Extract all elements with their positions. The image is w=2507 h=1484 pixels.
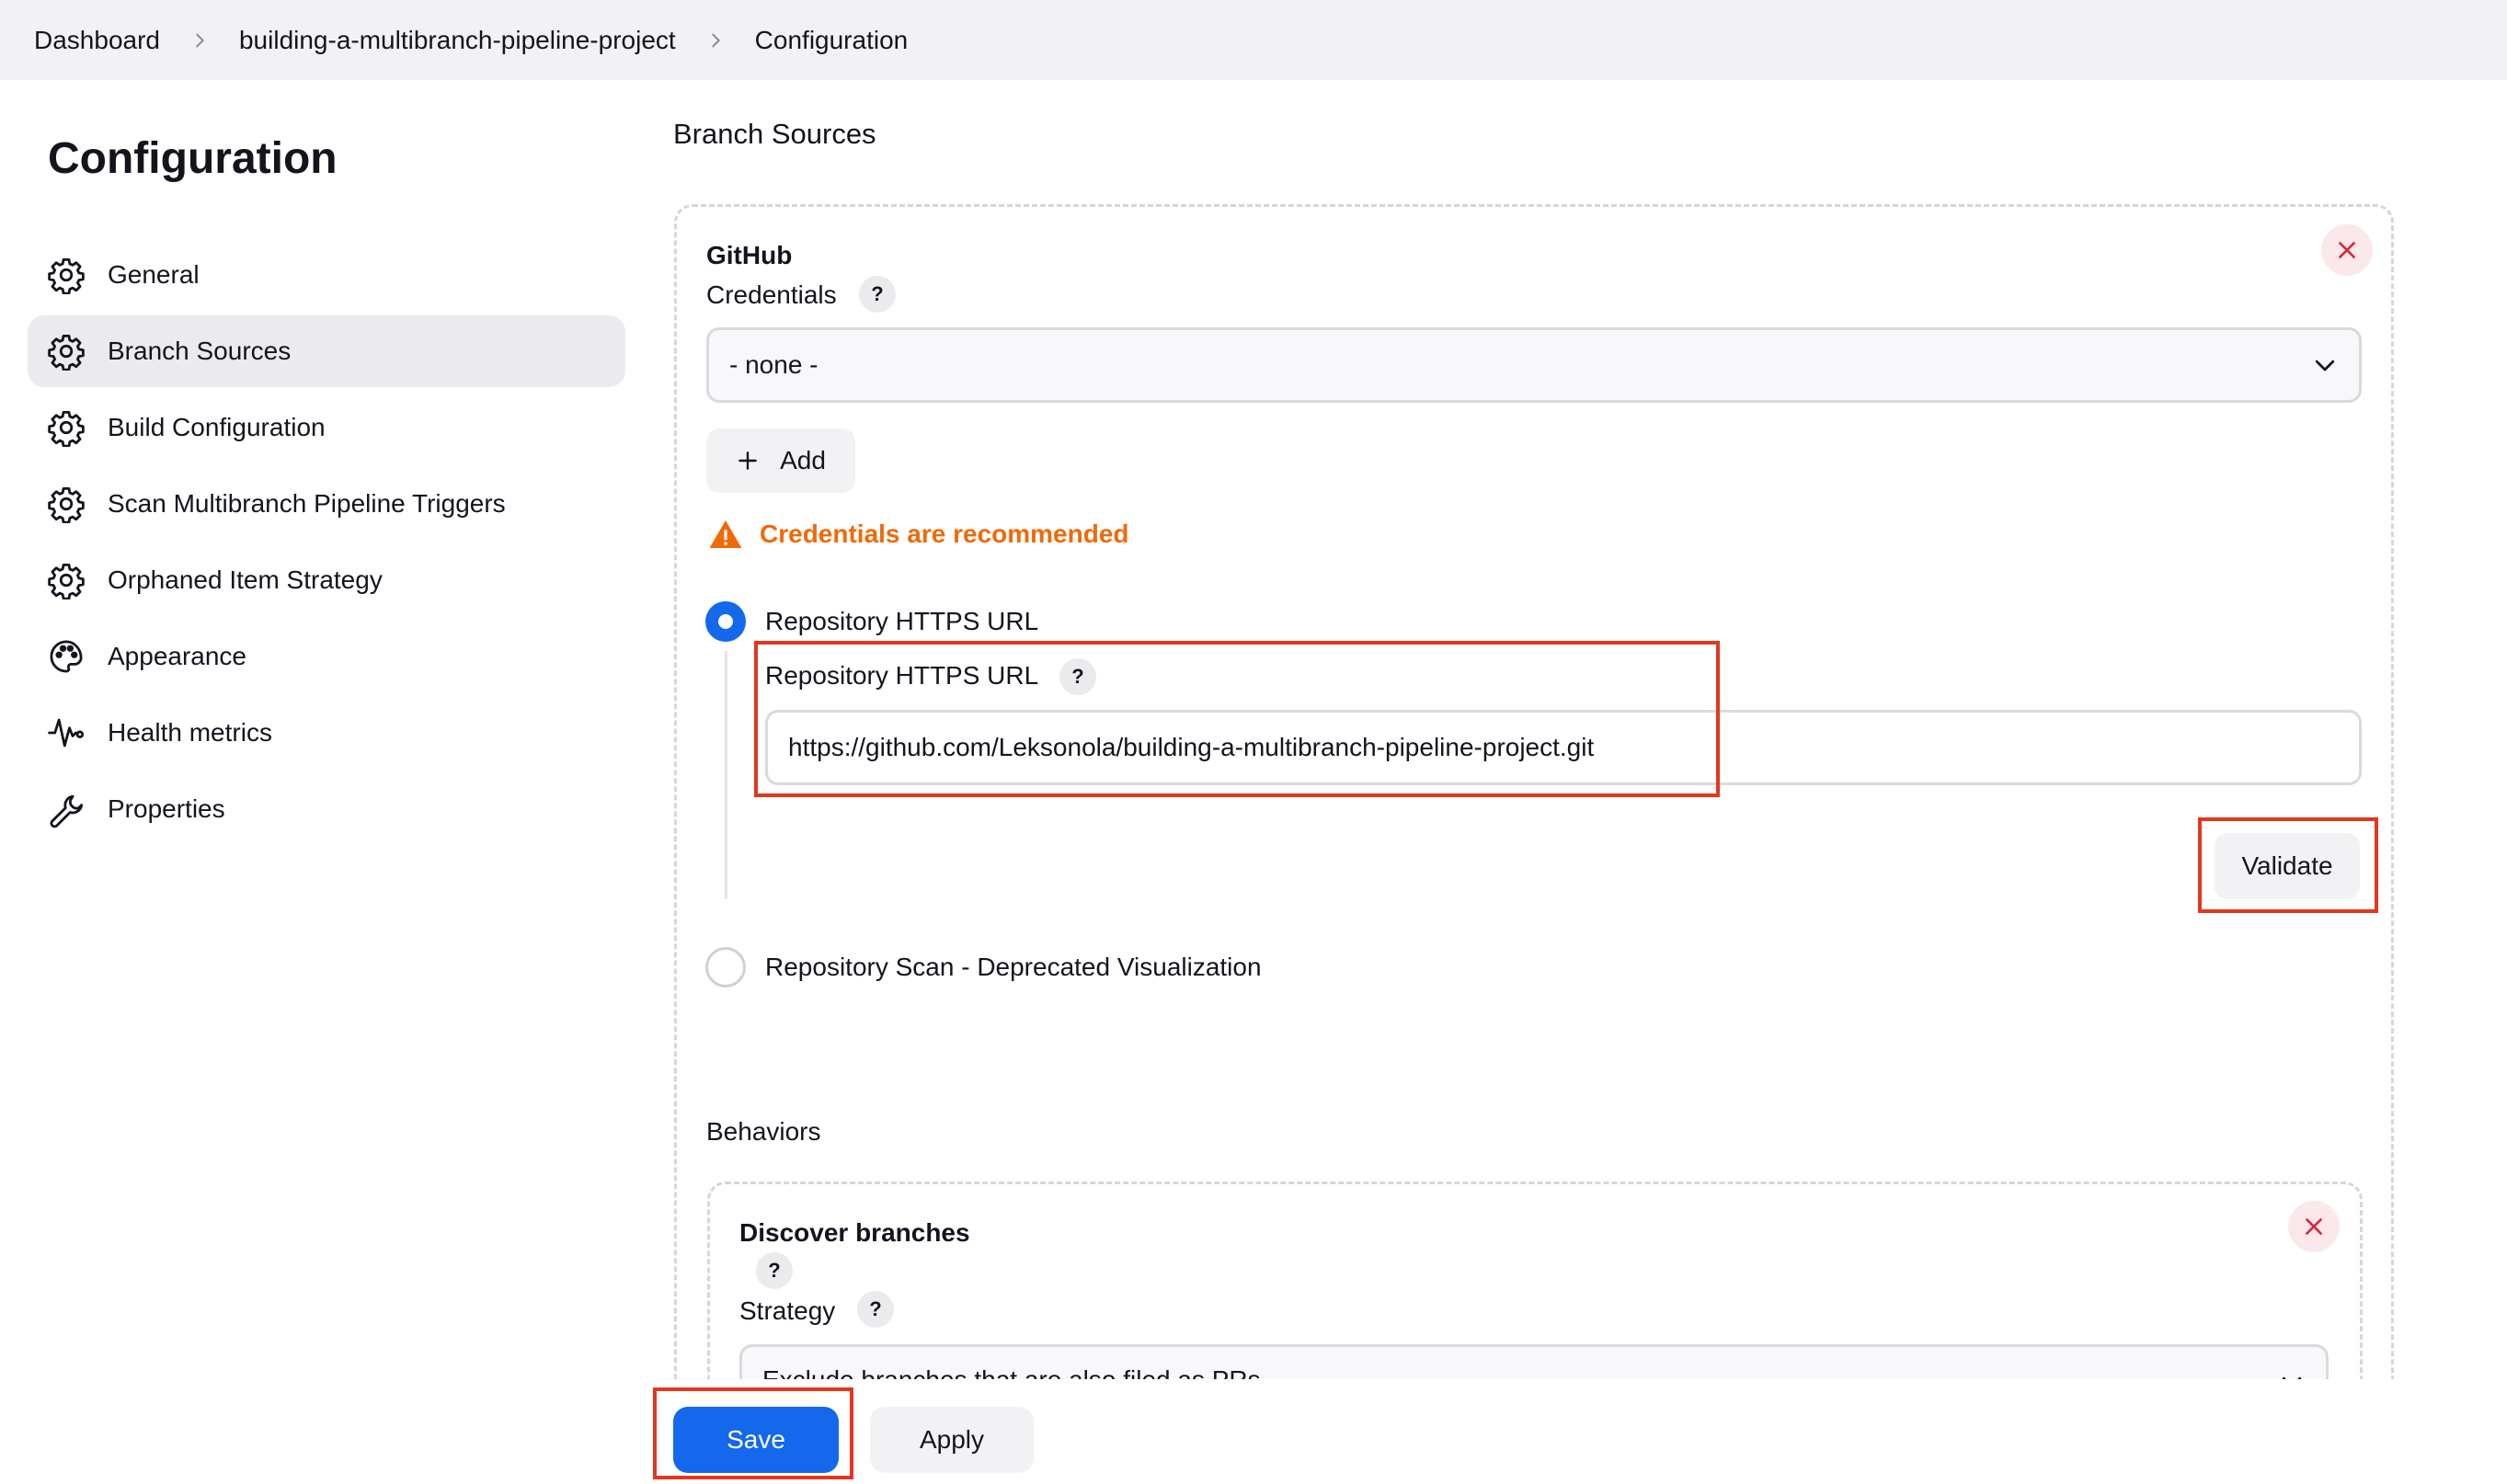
sidebar-item-health-metrics[interactable]: Health metrics [28,697,625,769]
strategy-help-button[interactable]: ? [857,1291,894,1328]
sidebar-item-label: Properties [108,794,225,823]
sidebar-item-appearance[interactable]: Appearance [28,621,625,692]
plus-icon [738,451,757,470]
highlight-validate-button [2198,817,2378,913]
page-title: Configuration [48,134,338,183]
sidebar-item-scan-triggers[interactable]: Scan Multibranch Pipeline Triggers [28,468,625,540]
sidebar-nav: General Branch Sources Build Configurati… [28,239,625,850]
credentials-warning: Credentials are recommended [708,517,1129,552]
sidebar-item-label: Branch Sources [108,337,292,365]
sidebar-item-properties[interactable]: Properties [28,773,625,845]
github-title: GitHub [706,241,793,269]
close-icon [2339,242,2355,258]
delete-behavior-button[interactable] [2288,1201,2340,1252]
gear-icon [46,484,86,524]
strategy-label: Strategy [739,1296,836,1325]
radio-repository-scan[interactable] [705,947,746,987]
radio-group-indent-line [725,651,727,899]
section-heading-branch-sources: Branch Sources [673,118,876,150]
apply-button[interactable]: Apply [870,1407,1034,1473]
chevron-right-icon [705,30,726,51]
sidebar-item-orphaned-item-strategy[interactable]: Orphaned Item Strategy [28,544,625,616]
highlight-save-button [653,1387,853,1479]
pulse-icon [46,713,86,753]
credentials-label: Credentials [706,280,837,309]
credentials-select[interactable]: - none - [706,327,2362,403]
highlight-url-field [754,641,1720,797]
chevron-down-icon [2315,360,2335,371]
add-credentials-button[interactable]: Add [706,428,855,493]
radio-scan-label[interactable]: Repository Scan - Deprecated Visualizati… [765,953,1262,982]
sidebar-item-build-configuration[interactable]: Build Configuration [28,392,625,463]
breadcrumb-configuration[interactable]: Configuration [755,26,909,55]
radio-https-label[interactable]: Repository HTTPS URL [765,607,1038,636]
sidebar-item-label: General [108,260,200,289]
action-bar [0,1379,2507,1484]
discover-branches-title: Discover branches [739,1218,970,1247]
gear-icon [46,560,86,600]
add-label: Add [780,446,826,474]
discover-branches-help-button[interactable]: ? [756,1252,793,1289]
sidebar-item-branch-sources[interactable]: Branch Sources [28,315,625,387]
sidebar-item-general[interactable]: General [28,239,625,311]
sidebar-item-label: Appearance [108,642,247,670]
behaviors-heading: Behaviors [706,1117,821,1146]
gear-icon [46,331,86,371]
gear-icon [46,255,86,295]
gear-icon [46,407,86,448]
sidebar-item-label: Health metrics [108,718,272,747]
delete-source-button[interactable] [2321,224,2373,276]
breadcrumb-dashboard[interactable]: Dashboard [34,26,160,55]
palette-icon [46,636,86,677]
close-icon [2306,1218,2322,1235]
sidebar-item-label: Build Configuration [108,413,326,441]
breadcrumb: Dashboard building-a-multibranch-pipelin… [0,0,2507,80]
breadcrumb-project[interactable]: building-a-multibranch-pipeline-project [239,26,676,55]
sidebar-item-label: Orphaned Item Strategy [108,565,383,594]
sidebar-item-label: Scan Multibranch Pipeline Triggers [108,489,506,518]
warning-icon [709,519,742,549]
warning-text: Credentials are recommended [760,519,1129,548]
radio-repository-https-url[interactable] [705,601,746,642]
credentials-select-value: - none - [729,350,818,379]
credentials-help-button[interactable]: ? [859,276,896,313]
chevron-right-icon [189,30,210,51]
wrench-icon [46,789,86,829]
